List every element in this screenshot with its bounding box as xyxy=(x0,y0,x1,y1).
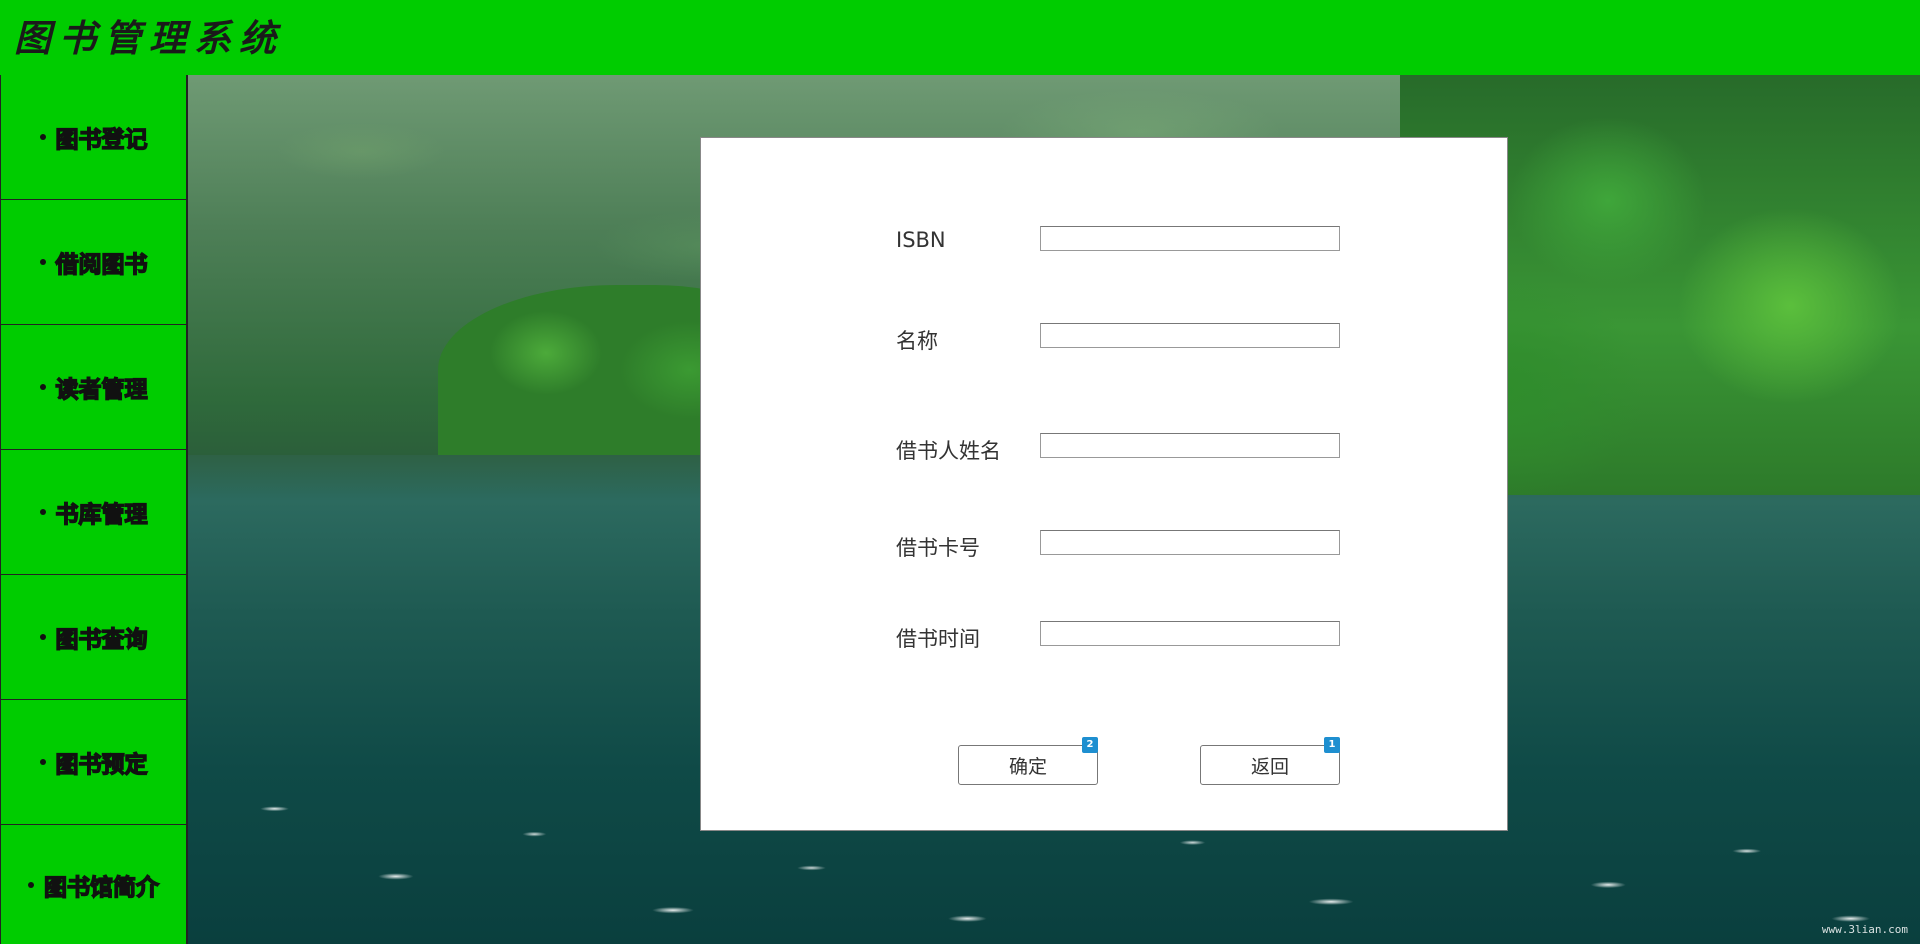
borrower-name-input[interactable] xyxy=(1040,433,1340,458)
card-no-label: 借书卡号 xyxy=(896,536,980,560)
bullet-icon xyxy=(28,881,34,888)
bullet-icon xyxy=(39,259,46,265)
name-input[interactable] xyxy=(1040,323,1340,348)
card-no-input[interactable] xyxy=(1040,530,1340,555)
shortcut-badge: 2 xyxy=(1082,737,1098,753)
isbn-label: ISBN xyxy=(896,228,946,252)
bullet-icon xyxy=(39,134,46,140)
app-title: 图书管理系统 xyxy=(14,16,284,60)
shortcut-badge: 1 xyxy=(1324,737,1340,753)
borrower-name-label: 借书人姓名 xyxy=(896,439,1001,463)
sidebar-item-label: 图书预定 xyxy=(55,751,148,778)
isbn-row: ISBN xyxy=(896,226,1346,254)
sidebar-item-reader-management[interactable]: 读者管理 xyxy=(0,325,186,450)
confirm-button[interactable]: 确定 2 xyxy=(958,737,1098,785)
sidebar-item-label: 读者管理 xyxy=(55,376,148,403)
bullet-icon xyxy=(39,509,46,515)
sidebar-item-label: 书库管理 xyxy=(55,501,148,528)
sidebar-item-book-register[interactable]: 图书登记 xyxy=(0,75,186,200)
borrow-form-dialog: ISBN 名称 借书人姓名 借书卡号 借书时间 确定 2 返回 1 xyxy=(700,137,1508,831)
sidebar-item-book-search[interactable]: 图书查询 xyxy=(0,575,186,700)
sidebar-item-label: 图书查询 xyxy=(55,626,148,653)
sidebar-item-label: 图书登记 xyxy=(55,126,148,153)
sidebar-item-book-reserve[interactable]: 图书预定 xyxy=(0,700,186,825)
watermark: www.3lian.com xyxy=(1821,923,1908,936)
name-label: 名称 xyxy=(896,329,938,353)
borrow-time-row: 借书时间 xyxy=(896,621,1346,651)
isbn-input[interactable] xyxy=(1040,226,1340,251)
back-button-label: 返回 xyxy=(1250,755,1289,778)
confirm-button-label: 确定 xyxy=(1008,755,1047,778)
bullet-icon xyxy=(39,384,46,390)
borrower-name-row: 借书人姓名 xyxy=(896,433,1346,463)
sidebar-item-stack-management[interactable]: 书库管理 xyxy=(0,450,186,575)
app-window: 图书管理系统 图书登记 借阅图书 读者管理 书库管理 图书查询 图书预定 图书馆… xyxy=(0,0,1920,944)
card-no-row: 借书卡号 xyxy=(896,530,1346,560)
sidebar-item-borrow-book[interactable]: 借阅图书 xyxy=(0,200,186,325)
borrow-time-input[interactable] xyxy=(1040,621,1340,646)
bullet-icon xyxy=(39,759,46,765)
sidebar-nav: 图书登记 借阅图书 读者管理 书库管理 图书查询 图书预定 图书馆简介 xyxy=(0,75,188,944)
sidebar-item-label: 借阅图书 xyxy=(55,251,148,278)
bullet-icon xyxy=(39,634,46,640)
sidebar-item-library-intro[interactable]: 图书馆简介 xyxy=(0,825,186,944)
name-row: 名称 xyxy=(896,323,1346,353)
borrow-time-label: 借书时间 xyxy=(896,627,980,651)
header-bar: 图书管理系统 xyxy=(0,0,1920,75)
sidebar-item-label: 图书馆简介 xyxy=(43,874,159,901)
back-button[interactable]: 返回 1 xyxy=(1200,737,1340,785)
